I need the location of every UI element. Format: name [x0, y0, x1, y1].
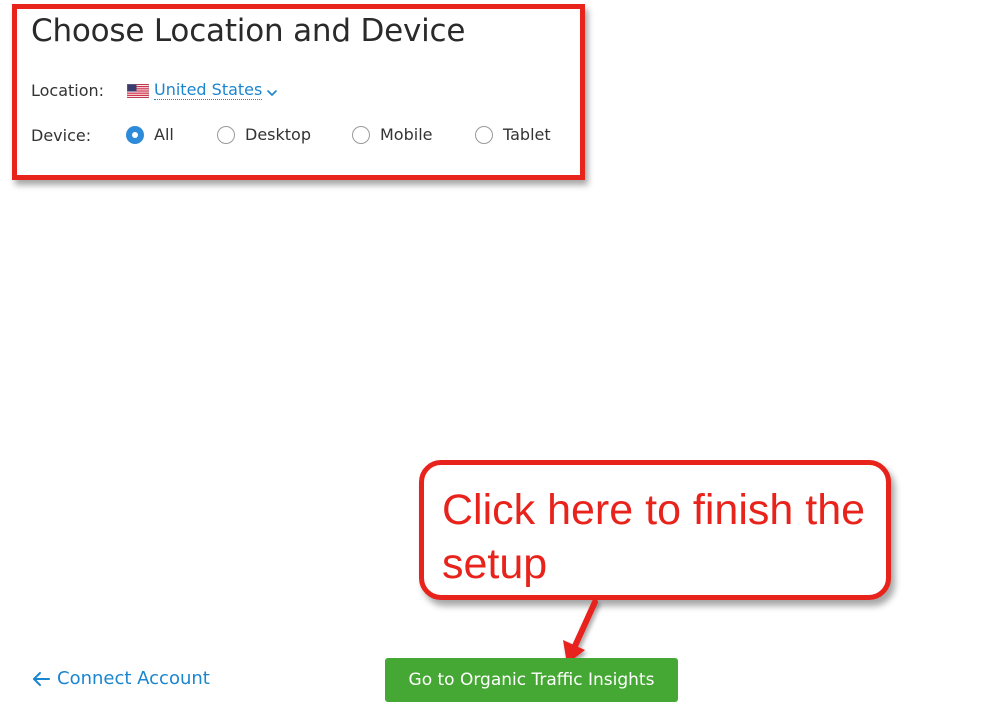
- callout-bubble: Click here to finish the setup: [419, 460, 891, 600]
- callout-text: Click here to finish the setup: [442, 486, 866, 588]
- radio-label: All: [154, 125, 174, 144]
- radio-button-checked[interactable]: [126, 125, 144, 144]
- device-radio-tablet[interactable]: Tablet: [475, 125, 551, 144]
- location-label: Location:: [31, 81, 105, 100]
- chevron-down-icon: [266, 84, 278, 96]
- radio-label: Mobile: [380, 125, 433, 144]
- arrow-left-icon: [32, 671, 50, 687]
- go-to-organic-traffic-insights-button[interactable]: Go to Organic Traffic Insights: [385, 658, 678, 702]
- location-dropdown[interactable]: United States: [126, 80, 278, 100]
- device-label: Device:: [31, 126, 92, 145]
- back-link-connect-account[interactable]: Connect Account: [32, 668, 210, 689]
- radio-label: Desktop: [245, 125, 311, 144]
- back-link-label: Connect Account: [57, 668, 210, 689]
- device-radio-mobile[interactable]: Mobile: [352, 125, 432, 144]
- radio-label: Tablet: [503, 125, 551, 144]
- us-flag-icon: [126, 83, 150, 99]
- radio-button[interactable]: [217, 125, 235, 144]
- device-radio-all[interactable]: All: [126, 125, 174, 144]
- radio-button[interactable]: [475, 125, 493, 144]
- page-title: Choose Location and Device: [31, 13, 466, 49]
- device-radio-desktop[interactable]: Desktop: [217, 125, 311, 144]
- radio-button[interactable]: [352, 125, 370, 144]
- location-value: United States: [154, 80, 263, 100]
